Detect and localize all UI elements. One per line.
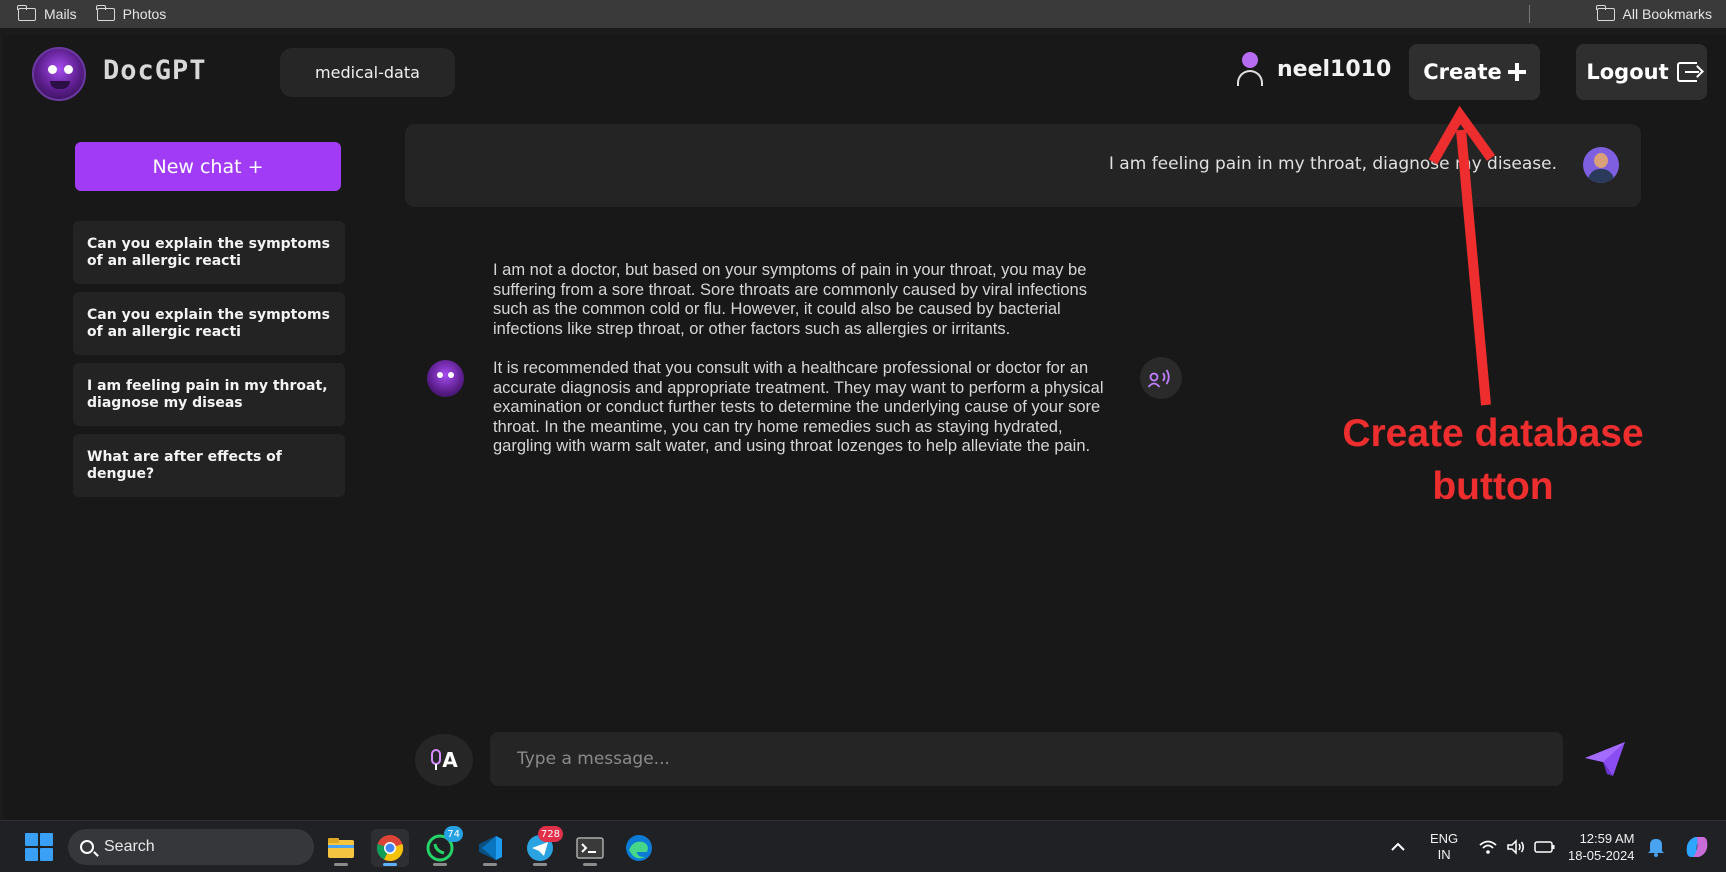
language-indicator[interactable]: ENG IN xyxy=(1430,821,1458,872)
show-hidden-icons[interactable] xyxy=(1390,821,1406,872)
notifications-button[interactable] xyxy=(1647,821,1665,872)
new-chat-button[interactable]: New chat + xyxy=(75,142,341,191)
voice-input-button[interactable]: A xyxy=(415,734,473,786)
send-icon xyxy=(1585,742,1625,776)
chevron-up-icon xyxy=(1391,842,1405,851)
bookmark-label: Photos xyxy=(122,6,167,22)
bot-paragraph: I am not a doctor, but based on your sym… xyxy=(493,261,1087,338)
brand-name: DocGPT xyxy=(103,55,207,86)
bookmarks-bar: Mails Photos All Bookmarks xyxy=(0,0,1726,28)
windows-start-icon[interactable] xyxy=(25,833,53,861)
edge-icon[interactable] xyxy=(620,829,658,867)
bookmark-label: Mails xyxy=(44,6,77,22)
taskbar-search[interactable]: Search xyxy=(68,829,314,865)
wifi-icon xyxy=(1479,840,1497,854)
bookmark-photos[interactable]: Photos xyxy=(96,4,167,22)
username: neel1010 xyxy=(1277,56,1392,82)
database-selector[interactable]: medical-data xyxy=(280,48,455,97)
mic-icon xyxy=(431,749,442,770)
user-icon xyxy=(1235,50,1265,88)
folder-icon xyxy=(17,4,36,21)
folder-icon xyxy=(1595,4,1615,21)
bookmark-mails[interactable]: Mails xyxy=(17,4,77,22)
region-label: IN xyxy=(1437,847,1451,862)
create-button[interactable]: Create xyxy=(1409,44,1540,100)
mic-letter: A xyxy=(442,748,458,772)
clock[interactable]: 12:59 AM 18-05-2024 xyxy=(1568,821,1635,872)
logout-icon xyxy=(1676,62,1699,82)
create-label: Create xyxy=(1423,60,1502,84)
taskbar-search-label: Search xyxy=(104,838,155,855)
bot-avatar xyxy=(427,360,464,397)
chrome-icon[interactable] xyxy=(371,829,409,867)
system-tray-status[interactable] xyxy=(1478,821,1556,872)
search-icon xyxy=(80,840,94,854)
chat-history-item[interactable]: Can you explain the symptoms of an aller… xyxy=(73,292,345,355)
plus-icon xyxy=(1507,63,1526,81)
terminal-icon[interactable] xyxy=(571,829,609,867)
telegram-icon[interactable]: 728 xyxy=(521,826,563,867)
annotation-label: Create database button xyxy=(1303,407,1683,513)
battery-icon xyxy=(1534,841,1555,853)
user-avatar xyxy=(1583,147,1619,183)
text-to-speech-button[interactable] xyxy=(1140,357,1182,399)
chat-history-item[interactable]: What are after effects of dengue? xyxy=(73,434,345,497)
logout-label: Logout xyxy=(1586,60,1669,84)
telegram-badge: 728 xyxy=(537,826,563,842)
file-explorer-icon[interactable] xyxy=(322,829,360,867)
folder-icon xyxy=(96,4,115,21)
chat-history-item[interactable]: I am feeling pain in my throat, diagnose… xyxy=(73,363,345,426)
copilot-icon[interactable] xyxy=(1683,821,1711,872)
speaker-icon xyxy=(1148,369,1170,388)
bookmarks-divider xyxy=(1529,5,1530,23)
language-label: ENG xyxy=(1430,831,1459,846)
volume-icon xyxy=(1507,839,1524,855)
all-bookmarks-label: All Bookmarks xyxy=(1622,6,1712,22)
bot-paragraph: It is recommended that you consult with … xyxy=(493,358,1104,456)
annotation-line: Create database xyxy=(1342,412,1644,455)
taskbar: Search 74 728 ENG IN 12:59 AM 18-05-2024 xyxy=(0,820,1726,872)
annotation-line: button xyxy=(1432,465,1554,508)
clock-date: 18-05-2024 xyxy=(1568,848,1635,863)
bot-response: I am not a doctor, but based on your sym… xyxy=(493,261,1118,477)
chat-history-item[interactable]: Can you explain the symptoms of an aller… xyxy=(73,221,345,284)
clock-time: 12:59 AM xyxy=(1579,831,1635,846)
send-button[interactable] xyxy=(1581,735,1629,783)
screen: Mails Photos All Bookmarks DocGPT medica… xyxy=(0,0,1726,872)
whatsapp-badge: 74 xyxy=(444,826,463,842)
bell-icon xyxy=(1648,839,1664,857)
all-bookmarks[interactable]: All Bookmarks xyxy=(1595,0,1712,28)
vscode-icon[interactable] xyxy=(471,829,509,867)
docgpt-app: DocGPT medical-data neel1010 Create Logo… xyxy=(3,35,1726,820)
logout-button[interactable]: Logout xyxy=(1576,44,1707,100)
robot-logo-icon xyxy=(32,47,86,101)
annotation-arrow-icon xyxy=(1428,105,1496,406)
user-profile[interactable]: neel1010 xyxy=(1235,50,1391,88)
message-input[interactable] xyxy=(490,732,1563,786)
chat-history-list: Can you explain the symptoms of an aller… xyxy=(73,221,345,505)
whatsapp-icon[interactable]: 74 xyxy=(421,826,463,867)
